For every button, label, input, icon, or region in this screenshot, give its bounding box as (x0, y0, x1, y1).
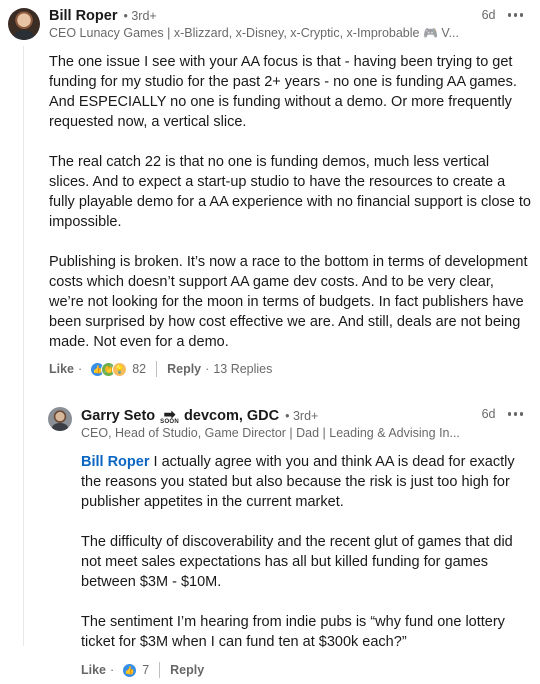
more-options-icon[interactable] (507, 13, 523, 17)
avatar[interactable] (8, 8, 40, 40)
comment-body: The one issue I see with your AA focus i… (49, 52, 531, 372)
replies-count-link[interactable]: 13 Replies (213, 362, 272, 376)
separator-dot: · (78, 362, 83, 376)
headline-text: CEO Lunacy Games | x-Blizzard, x-Disney,… (49, 26, 420, 40)
separator-dot: · (110, 663, 115, 677)
reply-author-row: Garry Seto ➡ SOON devcom, GDC • 3rd+ (81, 407, 318, 425)
reply-actions: Like · 👍 7 Reply (81, 662, 204, 678)
mention-link[interactable]: Bill Roper (81, 454, 149, 470)
reply-meta: 6d (482, 407, 523, 421)
comment-author-headline: CEO Lunacy Games | x-Blizzard, x-Disney,… (49, 26, 459, 40)
avatar[interactable] (48, 407, 72, 431)
like-button[interactable]: Like (81, 663, 106, 677)
reactions-summary[interactable]: 👍 (122, 662, 138, 678)
reply-author-events: devcom, GDC (184, 408, 280, 424)
connection-degree: • 3rd+ (285, 409, 319, 423)
comment-meta: 6d (482, 8, 523, 22)
like-reaction-icon: 👍 (122, 662, 138, 678)
soon-label: SOON (160, 419, 180, 425)
divider (159, 662, 161, 678)
reply-button[interactable]: Reply (167, 362, 201, 376)
comment-paragraph: Publishing is broken. It’s now a race to… (49, 254, 528, 350)
comment-author-row: Bill Roper • 3rd+ (49, 8, 157, 24)
more-options-icon[interactable] (507, 412, 523, 416)
reaction-count[interactable]: 82 (132, 362, 146, 376)
reply-paragraph: The sentiment I’m hearing from indie pub… (81, 614, 505, 650)
comment-paragraph: The real catch 22 is that no one is fund… (49, 154, 531, 230)
reply-button[interactable]: Reply (170, 663, 204, 677)
reaction-count[interactable]: 7 (142, 663, 149, 677)
reply-body: Bill Roper I actually agree with you and… (81, 452, 529, 672)
reply-paragraph: The difficulty of discoverability and th… (81, 534, 513, 590)
separator-dot: · (205, 362, 210, 376)
comment-timestamp: 6d (481, 8, 496, 22)
reply-timestamp: 6d (481, 407, 496, 421)
connection-degree: • 3rd+ (123, 9, 157, 23)
gamepad-icon: 🎮 (422, 26, 438, 40)
comment-paragraph: The one issue I see with your AA focus i… (49, 54, 517, 130)
comment-actions: Like · 👍 👏 💡 82 Reply · 13 Replies (49, 361, 272, 377)
divider (156, 361, 158, 377)
reactions-summary[interactable]: 👍 👏 💡 (90, 361, 128, 377)
reply-paragraph: Bill Roper I actually agree with you and… (81, 452, 529, 512)
coming-soon-arrow-icon: ➡ SOON (160, 406, 180, 425)
thread-line (23, 46, 24, 646)
comment-author-name[interactable]: Bill Roper (49, 8, 117, 24)
reply-author-name[interactable]: Garry Seto (81, 408, 155, 424)
headline-ellipsis: V... (437, 26, 460, 40)
like-button[interactable]: Like (49, 362, 74, 376)
reply-author-headline: CEO, Head of Studio, Game Director | Dad… (81, 426, 460, 440)
insightful-reaction-icon: 💡 (112, 361, 128, 377)
